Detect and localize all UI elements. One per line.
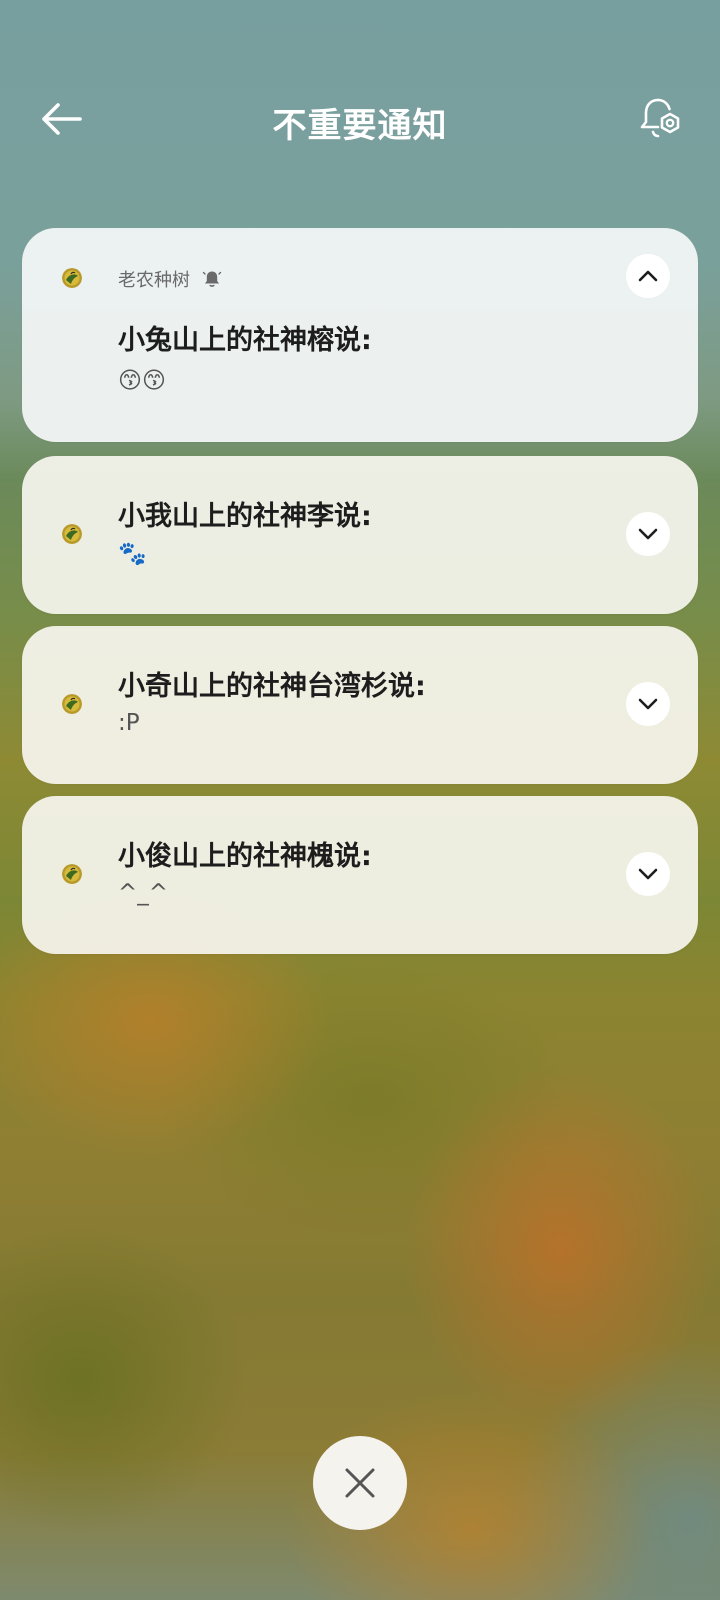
notification-body: 😙😙	[118, 368, 166, 394]
notification-card-4[interactable]: 小俊山上的社神槐说: ^_^	[22, 796, 698, 954]
notification-card-2[interactable]: 小我山上的社神李说: 🐾	[22, 456, 698, 614]
app-icon	[62, 864, 82, 884]
notification-card-1[interactable]: 老农种树 小兔山上的社神榕说: 😙😙	[22, 228, 698, 442]
bell-settings-icon	[640, 98, 680, 138]
notification-body: :P	[118, 710, 140, 736]
app-icon	[62, 268, 82, 288]
notification-settings-button[interactable]	[638, 94, 686, 144]
expand-button[interactable]	[626, 852, 670, 896]
app-icon	[62, 694, 82, 714]
header: 不重要通知	[0, 80, 720, 160]
bell-icon	[202, 271, 222, 287]
chevron-down-icon	[638, 528, 658, 540]
notification-body: 🐾	[118, 541, 147, 567]
page-title: 不重要通知	[272, 106, 448, 146]
clear-all-button[interactable]	[313, 1436, 407, 1530]
notification-title: 小奇山上的社神台湾杉说:	[118, 671, 426, 702]
expand-button[interactable]	[626, 512, 670, 556]
notification-title: 小兔山上的社神榕说:	[118, 325, 372, 356]
notification-title: 小俊山上的社神槐说:	[118, 841, 372, 872]
collapse-button[interactable]	[626, 254, 670, 298]
app-name: 老农种树	[118, 270, 190, 291]
notification-card-3[interactable]: 小奇山上的社神台湾杉说: :P	[22, 626, 698, 784]
notification-title: 小我山上的社神李说:	[118, 501, 372, 532]
app-icon	[62, 524, 82, 544]
chevron-up-icon	[638, 270, 658, 282]
close-icon	[345, 1468, 375, 1498]
chevron-down-icon	[638, 698, 658, 710]
expand-button[interactable]	[626, 682, 670, 726]
app-meta: 老农种树	[118, 266, 222, 292]
notification-body: ^_^	[118, 880, 169, 906]
chevron-down-icon	[638, 868, 658, 880]
